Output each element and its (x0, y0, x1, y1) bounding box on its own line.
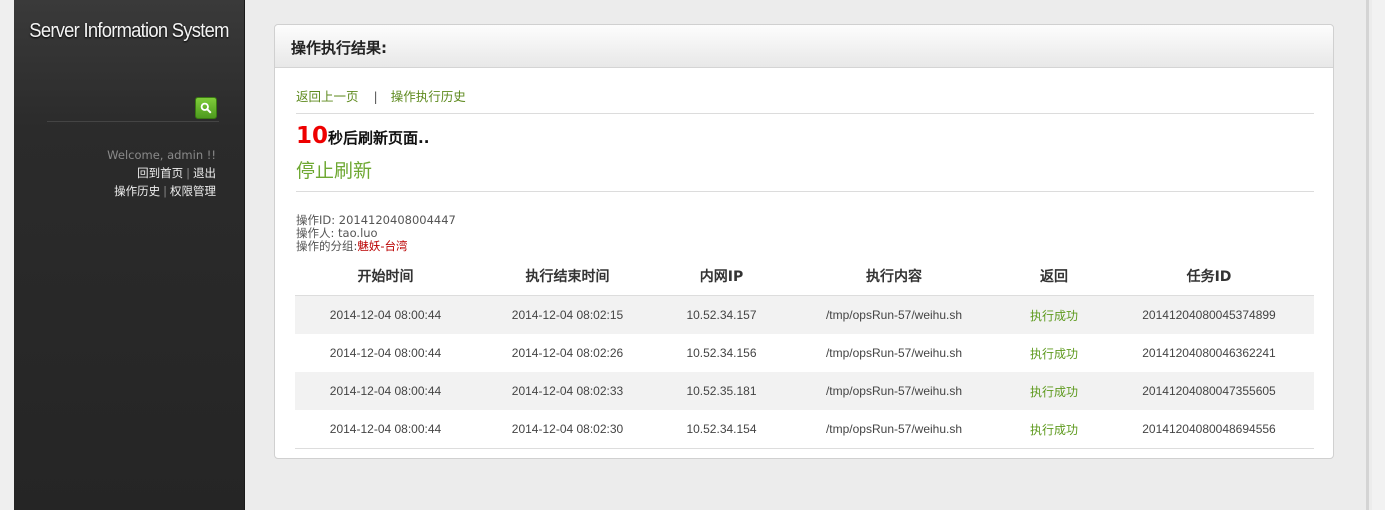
cell-ip: 10.52.35.181 (659, 372, 784, 410)
link-separator: | (163, 184, 167, 198)
group-value: 魅妖-台湾 (357, 239, 408, 253)
cell-task-id: 20141204080047355605 (1104, 372, 1314, 410)
cell-ip: 10.52.34.156 (686, 346, 757, 360)
cell-command: /tmp/opsRun-57/weihu.sh (825, 346, 963, 360)
cell-start-time: 2014-12-04 08:00:44 (329, 346, 442, 360)
table-row: 2014-12-04 08:00:44 2014-12-04 08:02:30 … (295, 410, 1314, 449)
user-info: Welcome, admin !! 回到首页 | 退出 操作历史 | 权限管理 (107, 146, 216, 200)
cell-task-id: 20141204080045374899 (1104, 295, 1314, 334)
cell-end-time: 2014-12-04 08:02:26 (511, 346, 624, 360)
page-margin-right (1372, 0, 1385, 510)
search-input[interactable] (47, 94, 195, 118)
search-button[interactable] (195, 97, 217, 119)
link-separator: | (186, 166, 190, 180)
header-ip: 内网IP (659, 257, 784, 296)
cell-command: /tmp/opsRun-57/weihu.sh (784, 295, 1004, 334)
scrollbar-track[interactable] (1366, 0, 1369, 510)
header-start-time: 开始时间 (295, 257, 476, 296)
cell-command: /tmp/opsRun-57/weihu.sh (784, 372, 1004, 410)
cell-task-id: 20141204080046362241 (1142, 346, 1276, 360)
home-link[interactable]: 回到首页 (137, 166, 183, 180)
cell-task-id: 20141204080048694556 (1104, 410, 1314, 449)
header-result: 返回 (1004, 257, 1104, 296)
cell-ip: 10.52.34.157 (659, 295, 784, 334)
cell-status: 执行成功 (1029, 346, 1078, 361)
table-row: 2014-12-04 08:00:44 2014-12-04 08:02:26 … (295, 334, 1314, 372)
history-link[interactable]: 操作历史 (114, 184, 160, 198)
user-links-row-2: 操作历史 | 权限管理 (107, 182, 216, 200)
operator-value: tao.luo (338, 226, 378, 240)
cell-start-time: 2014-12-04 08:00:44 (295, 372, 476, 410)
results-table: 开始时间 执行结束时间 内网IP 执行内容 返回 任务ID 2014-12-04… (295, 257, 1314, 449)
operator-label: 操作人: (296, 226, 335, 240)
cell-end-time: 2014-12-04 08:02:33 (476, 372, 659, 410)
divider (296, 113, 1314, 114)
countdown-text: 秒后刷新页面.. (328, 129, 430, 147)
app-title: Server Information System (29, 20, 229, 42)
panel-header: 操作执行结果: (275, 25, 1333, 68)
cell-status: 执行成功 (1004, 410, 1104, 449)
user-links-row-1: 回到首页 | 退出 (107, 164, 216, 182)
countdown-number: 10 (296, 123, 329, 149)
cell-start-time: 2014-12-04 08:00:44 (295, 295, 476, 334)
sidebar: Server Information System Welcome, admin… (14, 0, 245, 510)
refresh-countdown: 10秒后刷新页面.. (296, 123, 429, 149)
stop-refresh-link[interactable]: 停止刷新 (296, 156, 372, 183)
table-row: 2014-12-04 08:00:44 2014-12-04 08:02:15 … (295, 295, 1314, 334)
page-margin (0, 0, 14, 510)
cell-end-time: 2014-12-04 08:02:30 (476, 410, 659, 449)
cell-status: 执行成功 (1004, 372, 1104, 410)
nav-separator: | (373, 89, 378, 104)
op-history-link[interactable]: 操作执行历史 (391, 89, 466, 104)
group-line: 操作的分组:魅妖-台湾 (296, 240, 456, 253)
panel-nav: 返回上一页 | 操作执行历史 (296, 86, 466, 105)
header-end-time: 执行结束时间 (476, 257, 659, 296)
cell-start-time: 2014-12-04 08:00:44 (295, 410, 476, 449)
header-command: 执行内容 (784, 257, 1004, 296)
logout-link[interactable]: 退出 (193, 166, 216, 180)
cell-end-time: 2014-12-04 08:02:15 (476, 295, 659, 334)
welcome-text: Welcome, admin !! (107, 148, 216, 162)
operation-meta: 操作ID: 2014120408004447 操作人: tao.luo 操作的分… (296, 214, 456, 253)
divider (296, 191, 1314, 192)
permissions-link[interactable]: 权限管理 (170, 184, 216, 198)
table-header-row: 开始时间 执行结束时间 内网IP 执行内容 返回 任务ID (295, 257, 1314, 296)
op-id-label: 操作ID: (296, 213, 336, 227)
group-label: 操作的分组: (296, 239, 358, 253)
cell-ip: 10.52.34.154 (659, 410, 784, 449)
op-id-value: 2014120408004447 (338, 213, 456, 227)
header-task-id: 任务ID (1104, 257, 1314, 296)
back-link[interactable]: 返回上一页 (296, 89, 359, 104)
result-panel: 操作执行结果: 返回上一页 | 操作执行历史 10秒后刷新页面.. 停止刷新 操作I… (274, 24, 1334, 459)
panel-title: 操作执行结果: (291, 39, 387, 57)
search-icon (200, 102, 212, 114)
cell-status: 执行成功 (1004, 295, 1104, 334)
table-row: 2014-12-04 08:00:44 2014-12-04 08:02:33 … (295, 372, 1314, 410)
search-box (47, 93, 219, 122)
cell-command: /tmp/opsRun-57/weihu.sh (784, 410, 1004, 449)
